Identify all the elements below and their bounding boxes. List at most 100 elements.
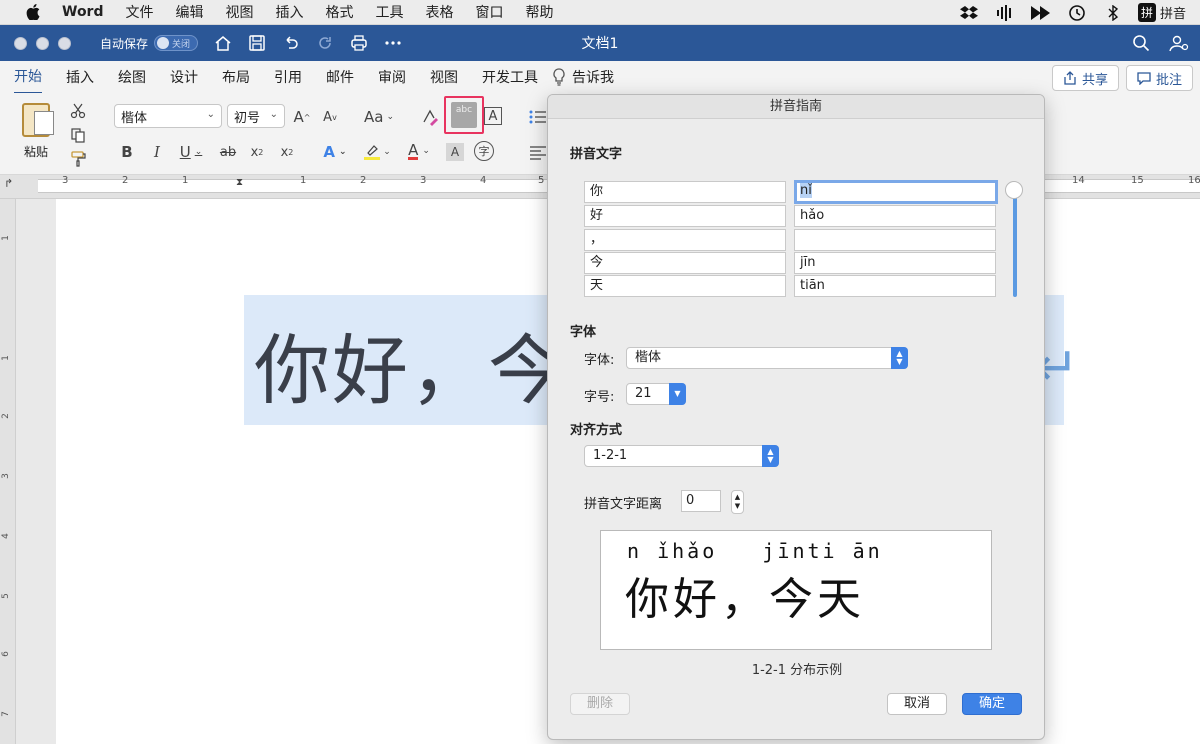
shrink-font-icon[interactable]: Av [320,107,340,127]
strikethrough-icon[interactable]: ab [216,143,240,161]
share-icon [1064,71,1076,85]
tell-me[interactable]: 告诉我 [552,67,614,87]
font-name-select[interactable]: 楷体 ⌄ [114,104,222,128]
align-left-icon[interactable] [528,143,548,163]
ruby-text-cell[interactable]: jīn [794,252,996,274]
preview-pinyin: n ǐhǎo jīnti ān [627,539,883,563]
tab-stop-icon[interactable]: ↱ [4,177,13,190]
stepper-down-icon[interactable]: ▼ [735,502,740,511]
tab-home[interactable]: 开始 [14,60,42,95]
delete-button[interactable]: 删除 [570,693,630,715]
menu-view[interactable]: 视图 [226,2,254,22]
audio-bars-icon[interactable] [994,4,1016,22]
menu-format[interactable]: 格式 [326,2,354,22]
apple-icon[interactable] [22,1,44,23]
minimize-window-button[interactable] [36,36,49,50]
bluetooth-icon[interactable] [1102,4,1124,22]
tab-mailings[interactable]: 邮件 [326,61,354,93]
home-icon[interactable] [212,32,234,54]
close-window-button[interactable] [14,36,27,50]
vertical-ruler[interactable]: 1 1 2 3 4 5 6 7 [0,199,16,744]
grow-font-icon[interactable]: A ^ [292,107,312,127]
base-text-heading: 拼音文字 [570,147,623,162]
font-color-icon[interactable]: A ⌄ [404,141,434,161]
ruby-text-cell[interactable]: tiān [794,275,996,297]
base-text-cell[interactable]: 今 [584,252,786,274]
print-icon[interactable] [348,32,370,54]
size-select[interactable]: 21 ▼ [626,383,686,405]
share-button[interactable]: 共享 [1052,65,1120,91]
fast-forward-icon[interactable] [1030,4,1052,22]
account-icon[interactable] [1168,32,1190,54]
enclose-characters-icon[interactable]: 字 [474,141,494,161]
highlight-icon[interactable]: ⌄ [362,143,392,161]
cut-icon[interactable] [68,101,88,121]
base-text-cell[interactable]: ， [584,229,786,251]
time-machine-icon[interactable] [1066,4,1088,22]
scroll-knob[interactable] [1005,181,1023,199]
cancel-button[interactable]: 取消 [887,693,947,715]
autosave-toggle[interactable]: 关闭 [154,35,199,51]
format-painter-icon[interactable] [68,149,88,169]
bold-icon[interactable]: B [118,143,136,161]
undo-icon[interactable] [280,32,302,54]
rows-scrollbar[interactable] [1013,187,1017,297]
search-icon[interactable] [1130,32,1152,54]
ok-button[interactable]: 确定 [962,693,1022,715]
menu-file[interactable]: 文件 [126,2,154,22]
ruby-text-cell[interactable]: hǎo [794,205,996,227]
subscript-icon[interactable]: x2 [248,143,266,161]
offset-stepper[interactable]: ▲ ▼ [731,490,744,514]
base-text-cell[interactable]: 你 [584,181,786,203]
tab-view[interactable]: 视图 [430,61,458,93]
change-case-icon[interactable]: Aa ⌄ [364,107,394,127]
save-icon[interactable] [246,32,268,54]
tab-review[interactable]: 审阅 [378,61,406,93]
offset-input[interactable]: 0 [681,490,721,512]
paste-button[interactable]: 粘贴 [14,103,58,160]
menu-help[interactable]: 帮助 [526,2,554,22]
menu-insert[interactable]: 插入 [276,2,304,22]
document-text[interactable]: 你好，今 [254,309,566,419]
ruby-text-cell[interactable] [794,229,996,251]
text-effects-icon[interactable]: A ⌄ [320,143,350,161]
ruler-number: 1 [300,175,307,186]
alignment-select[interactable]: 1-2-1 ▲ ▼ [584,445,779,467]
font-size-select[interactable]: 初号 ⌄ [227,104,285,128]
italic-icon[interactable]: I [148,143,166,161]
tab-draw[interactable]: 绘图 [118,61,146,93]
font-name-value: 楷体 [121,110,148,126]
font-select[interactable]: 楷体 ▲ ▼ [626,347,908,369]
dialog-title: 拼音指南 [548,95,1044,119]
ruby-text-cell[interactable]: nǐ [794,180,998,204]
bullets-icon[interactable] [528,107,548,127]
copy-icon[interactable] [68,125,88,145]
menu-window[interactable]: 窗口 [476,2,504,22]
tab-layout[interactable]: 布局 [222,61,250,93]
tab-developer[interactable]: 开发工具 [482,61,538,93]
menu-edit[interactable]: 编辑 [176,2,204,22]
character-border-icon[interactable]: A [484,107,502,125]
indent-marker-icon[interactable]: ⧗ [236,177,243,188]
dropbox-icon[interactable] [958,4,980,22]
base-text-cell[interactable]: 天 [584,275,786,297]
superscript-icon[interactable]: x2 [278,143,296,161]
tab-insert[interactable]: 插入 [66,61,94,93]
clear-formatting-icon[interactable] [420,107,440,127]
menu-tools[interactable]: 工具 [376,2,404,22]
base-text-cell[interactable]: 好 [584,205,786,227]
ruler-number: 1 [182,175,189,186]
tab-references[interactable]: 引用 [274,61,302,93]
input-method[interactable]: 拼 拼音 [1137,3,1186,22]
underline-icon[interactable]: U ⌄ [176,143,206,161]
character-shading-icon[interactable]: A [446,143,464,161]
comments-button[interactable]: 批注 [1126,65,1194,91]
tab-design[interactable]: 设计 [170,61,198,93]
redo-icon[interactable] [314,32,336,54]
zoom-window-button[interactable] [58,36,71,50]
phonetic-guide-button[interactable]: abc [444,96,484,134]
menu-table[interactable]: 表格 [426,2,454,22]
more-icon[interactable] [382,32,404,54]
stepper-up-icon[interactable]: ▲ [735,493,740,502]
app-name[interactable]: Word [62,4,104,20]
